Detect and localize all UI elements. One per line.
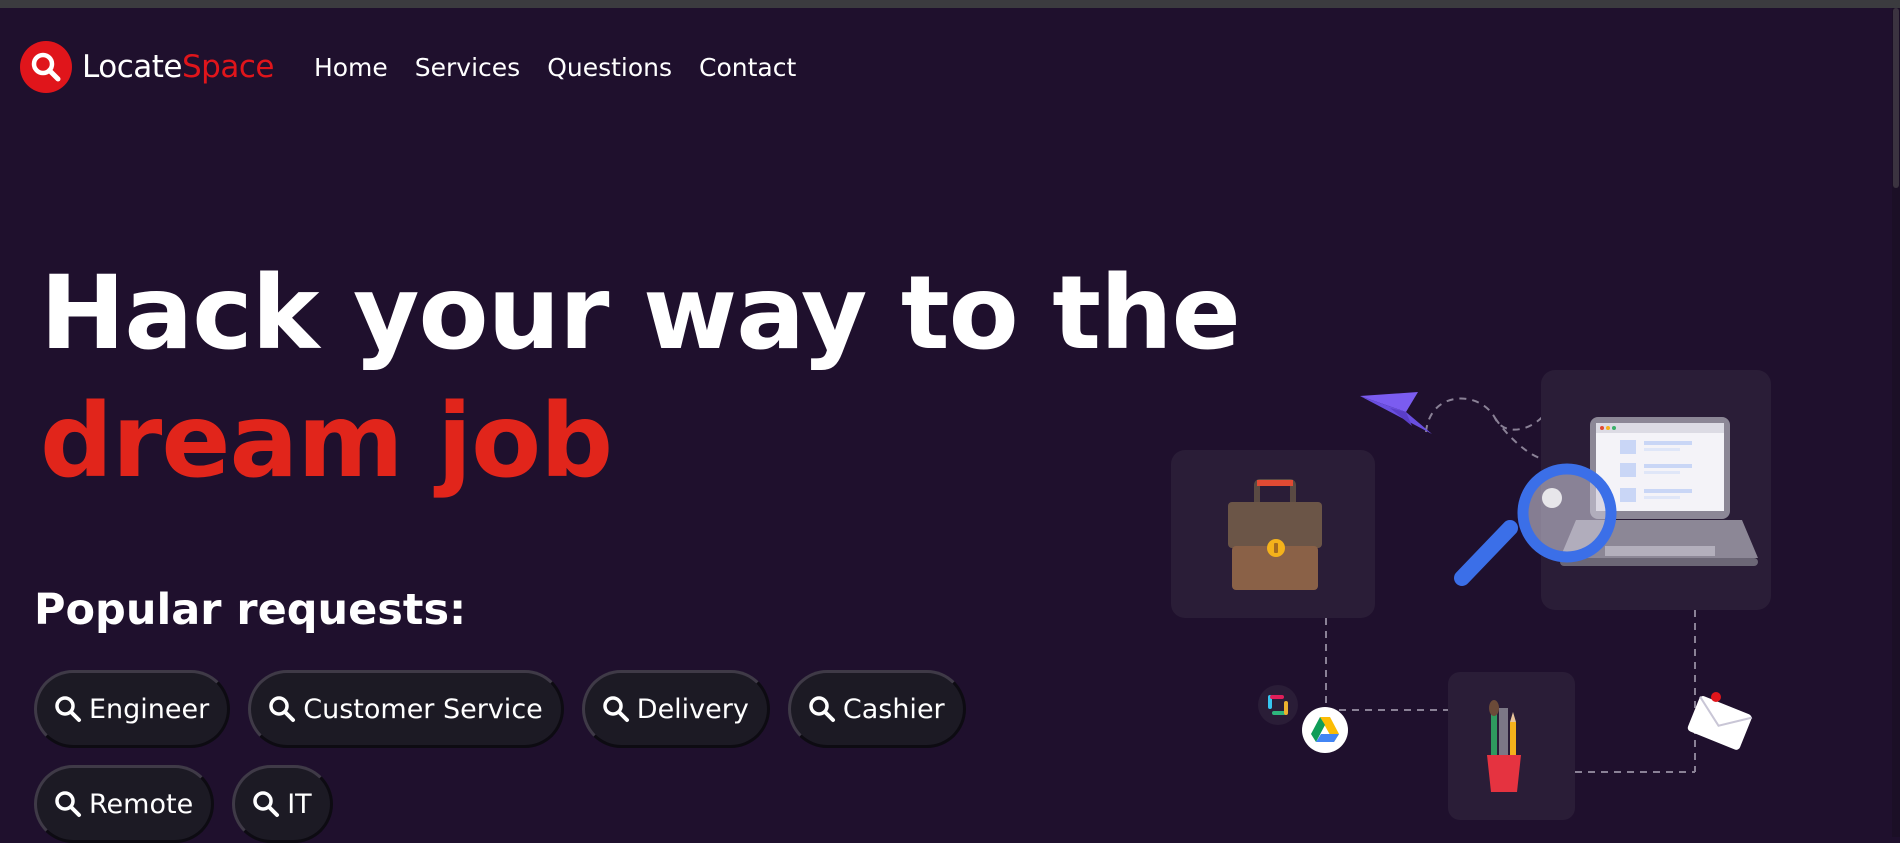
paper-plane-icon bbox=[1360, 392, 1432, 434]
drive-icon bbox=[1302, 707, 1348, 753]
search-icon bbox=[267, 694, 297, 724]
chip-label: IT bbox=[287, 788, 312, 820]
chip-delivery[interactable]: Delivery bbox=[581, 670, 770, 748]
scrollbar-thumb[interactable] bbox=[1893, 8, 1899, 188]
popular-requests-list: Engineer Customer Service Delivery Cashi… bbox=[34, 670, 1074, 843]
brand-name: LocateSpace bbox=[82, 49, 274, 85]
mail-icon bbox=[1687, 692, 1753, 750]
chip-label: Customer Service bbox=[303, 693, 543, 725]
chip-cashier[interactable]: Cashier bbox=[787, 670, 966, 748]
chip-remote[interactable]: Remote bbox=[34, 765, 215, 843]
browser-top-bar bbox=[0, 0, 1900, 8]
nav-link-contact[interactable]: Contact bbox=[699, 53, 796, 82]
hero-title-line2: dream job bbox=[40, 382, 613, 501]
nav-link-questions[interactable]: Questions bbox=[547, 53, 672, 82]
hero-title: Hack your way to the dream job bbox=[40, 250, 1241, 506]
brand-name-part1: Locate bbox=[82, 49, 182, 85]
slack-icon bbox=[1258, 685, 1298, 725]
search-icon bbox=[251, 789, 281, 819]
search-icon bbox=[601, 694, 631, 724]
nav-link-services[interactable]: Services bbox=[415, 53, 520, 82]
nav-links: Home Services Questions Contact bbox=[314, 53, 823, 82]
navbar: LocateSpace Home Services Questions Cont… bbox=[20, 40, 823, 94]
chip-label: Engineer bbox=[89, 693, 210, 725]
brand-logo[interactable]: LocateSpace bbox=[20, 41, 274, 93]
search-icon bbox=[53, 789, 83, 819]
popular-requests-heading: Popular requests: bbox=[34, 585, 467, 635]
search-icon bbox=[807, 694, 837, 724]
chip-engineer[interactable]: Engineer bbox=[34, 670, 231, 748]
hero-illustration bbox=[1160, 360, 1800, 830]
chip-label: Remote bbox=[89, 788, 194, 820]
page-scrollbar[interactable] bbox=[1892, 8, 1900, 837]
search-icon bbox=[20, 41, 72, 93]
nav-link-home[interactable]: Home bbox=[314, 53, 388, 82]
chip-label: Cashier bbox=[842, 693, 945, 725]
chip-label: Delivery bbox=[636, 693, 749, 725]
hero-title-line1: Hack your way to the bbox=[40, 254, 1241, 373]
brand-name-part2: Space bbox=[181, 49, 274, 85]
search-icon bbox=[53, 694, 83, 724]
chip-customer-service[interactable]: Customer Service bbox=[248, 670, 564, 748]
chip-it[interactable]: IT bbox=[232, 765, 333, 843]
